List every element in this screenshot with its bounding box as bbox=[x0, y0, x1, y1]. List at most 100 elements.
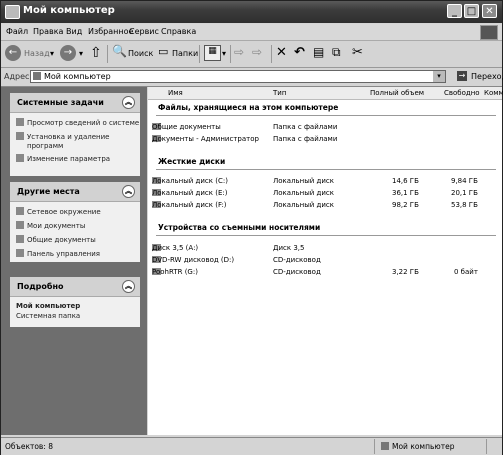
my-documents-link[interactable]: Мои документы bbox=[16, 221, 85, 230]
back-dropdown-icon[interactable]: ▾ bbox=[50, 49, 54, 67]
up-folder-icon[interactable]: ⇧ bbox=[90, 45, 102, 63]
control-panel-icon bbox=[16, 249, 24, 257]
computer-icon bbox=[381, 442, 389, 450]
menu-edit[interactable]: Правка bbox=[33, 27, 63, 36]
collapse-chevron-icon[interactable]: ︽ bbox=[122, 280, 135, 293]
delete-icon[interactable]: ✕ bbox=[276, 45, 287, 63]
menu-favorites[interactable]: Избранное bbox=[88, 27, 133, 36]
task-pane: Системные задачи ︽ Просмотр сведений о с… bbox=[1, 87, 147, 435]
group-title: Файлы, хранящиеся на этом компьютере bbox=[158, 103, 339, 112]
address-value: Мой компьютер bbox=[44, 72, 111, 81]
copy-icon[interactable]: ⧉ bbox=[332, 45, 341, 63]
folder-icon bbox=[16, 221, 24, 229]
close-button[interactable]: ✕ bbox=[482, 4, 497, 18]
menu-bar: Файл Правка Вид Избранное Сервис Справка bbox=[1, 24, 502, 41]
address-bar: Адрес: Мой компьютер ▾ → Переход bbox=[1, 68, 503, 87]
change-setting-link[interactable]: Изменение параметра bbox=[16, 154, 110, 163]
address-dropdown-icon[interactable]: ▾ bbox=[433, 71, 445, 82]
go-button[interactable]: Переход bbox=[471, 72, 503, 81]
column-type[interactable]: Тип bbox=[273, 89, 286, 97]
status-divider bbox=[486, 439, 487, 454]
window-title: Мой компьютер bbox=[23, 5, 115, 16]
group-title: Жесткие диски bbox=[158, 157, 226, 166]
details-name: Мой компьютер bbox=[16, 302, 81, 310]
column-total-size[interactable]: Полный объем bbox=[370, 89, 424, 97]
group-title: Устройства со съемными носителями bbox=[158, 223, 321, 232]
column-comment[interactable]: Коммен bbox=[484, 89, 503, 97]
address-input[interactable]: Мой компьютер ▾ bbox=[30, 70, 446, 83]
menu-help[interactable]: Справка bbox=[161, 27, 196, 36]
object-count: Объектов: 8 bbox=[5, 442, 54, 451]
list-item[interactable]: Локальный диск (E:) Локальный диск 36,1 … bbox=[148, 189, 502, 200]
other-places-header[interactable]: Другие места ︽ bbox=[10, 182, 140, 202]
back-button[interactable]: Назад bbox=[24, 49, 50, 67]
toolbar: ← Назад ▾ → ▾ ⇧ 🔍 Поиск ▭ Папки ▦ ▾ ⇨ ⇨ … bbox=[1, 41, 502, 68]
folders-icon[interactable]: ▭ bbox=[158, 45, 168, 63]
control-panel-icon bbox=[16, 154, 24, 162]
list-item[interactable]: Документы - Администратор Папка с файлам… bbox=[148, 135, 502, 146]
list-item[interactable]: Диск 3,5 (A:) Диск 3,5 bbox=[148, 244, 502, 255]
column-headers: Имя Тип Полный объем Свободно Коммен bbox=[148, 87, 503, 100]
menu-tools[interactable]: Сервис bbox=[129, 27, 159, 36]
explorer-window: Мой компьютер _ □ ✕ Файл Правка Вид Избр… bbox=[0, 0, 503, 455]
cut-icon[interactable]: ✂ bbox=[352, 45, 363, 63]
column-free-space[interactable]: Свободно bbox=[444, 89, 480, 97]
collapse-chevron-icon[interactable]: ︽ bbox=[122, 185, 135, 198]
other-places-panel: Другие места ︽ Сетевое окружение Мои док… bbox=[10, 182, 140, 262]
toolbar-separator bbox=[199, 45, 200, 63]
search-button[interactable]: Поиск bbox=[128, 49, 153, 67]
status-location: Мой компьютер bbox=[392, 442, 455, 451]
list-item[interactable]: Локальный диск (C:) Локальный диск 14,6 … bbox=[148, 177, 502, 188]
group-divider bbox=[156, 115, 496, 116]
details-panel: Подробно ︽ Мой компьютер Системная папка bbox=[10, 277, 140, 327]
other-places-title: Другие места bbox=[17, 187, 80, 196]
add-remove-programs-link[interactable]: Установка и удаление bbox=[16, 132, 109, 141]
forward-arrow-icon[interactable]: → bbox=[60, 45, 76, 61]
collapse-chevron-icon[interactable]: ︽ bbox=[122, 96, 135, 109]
properties-icon[interactable]: ▤ bbox=[313, 45, 324, 63]
folders-button[interactable]: Папки bbox=[172, 49, 198, 67]
programs-icon bbox=[16, 132, 24, 140]
network-places-link[interactable]: Сетевое окружение bbox=[16, 207, 101, 216]
minimize-button[interactable]: _ bbox=[447, 4, 462, 18]
windows-logo-icon bbox=[480, 25, 498, 40]
go-arrow-icon[interactable]: → bbox=[457, 71, 467, 81]
menu-view[interactable]: Вид bbox=[66, 27, 82, 36]
maximize-button[interactable]: □ bbox=[464, 4, 479, 18]
file-list[interactable]: Имя Тип Полный объем Свободно Коммен Фай… bbox=[148, 87, 503, 435]
control-panel-link[interactable]: Панель управления bbox=[16, 249, 100, 258]
list-item[interactable]: DVD-RW дисковод (D:) CD-дисковод bbox=[148, 256, 502, 267]
back-arrow-icon[interactable]: ← bbox=[5, 45, 21, 61]
status-bar: Объектов: 8 Мой компьютер bbox=[1, 437, 502, 455]
computer-icon bbox=[5, 5, 20, 19]
toolbar-separator bbox=[271, 45, 272, 63]
system-tasks-header[interactable]: Системные задачи ︽ bbox=[10, 93, 140, 113]
details-header[interactable]: Подробно ︽ bbox=[10, 277, 140, 297]
computer-icon bbox=[33, 72, 41, 80]
info-icon bbox=[16, 118, 24, 126]
move-to-icon[interactable]: ⇨ bbox=[234, 45, 244, 63]
system-tasks-panel: Системные задачи ︽ Просмотр сведений о с… bbox=[10, 93, 140, 176]
view-system-info-link[interactable]: Просмотр сведений о системе bbox=[16, 118, 139, 127]
status-divider bbox=[374, 439, 375, 454]
list-item[interactable]: PoohRTR (G:) CD-дисковод 3,22 ГБ 0 байт bbox=[148, 268, 502, 279]
add-remove-programs-link-line2[interactable]: программ bbox=[27, 142, 63, 150]
details-title: Подробно bbox=[17, 282, 64, 291]
menu-file[interactable]: Файл bbox=[6, 27, 28, 36]
column-name[interactable]: Имя bbox=[168, 89, 183, 97]
group-divider bbox=[156, 169, 496, 170]
group-divider bbox=[156, 235, 496, 236]
search-icon[interactable]: 🔍 bbox=[112, 44, 127, 62]
views-icon[interactable]: ▦ bbox=[204, 45, 221, 61]
shared-documents-link[interactable]: Общие документы bbox=[16, 235, 96, 244]
copy-to-icon[interactable]: ⇨ bbox=[252, 45, 262, 63]
system-tasks-title: Системные задачи bbox=[17, 98, 104, 107]
folder-icon bbox=[16, 235, 24, 243]
list-item[interactable]: Локальный диск (F:) Локальный диск 98,2 … bbox=[148, 201, 502, 212]
undo-icon[interactable]: ↶ bbox=[294, 45, 305, 63]
forward-dropdown-icon[interactable]: ▾ bbox=[79, 49, 83, 67]
toolbar-separator bbox=[230, 45, 231, 63]
list-item[interactable]: Общие документы Папка с файлами bbox=[148, 123, 502, 134]
views-dropdown-icon[interactable]: ▾ bbox=[222, 49, 226, 67]
title-bar[interactable]: Мой компьютер _ □ ✕ bbox=[1, 1, 502, 23]
